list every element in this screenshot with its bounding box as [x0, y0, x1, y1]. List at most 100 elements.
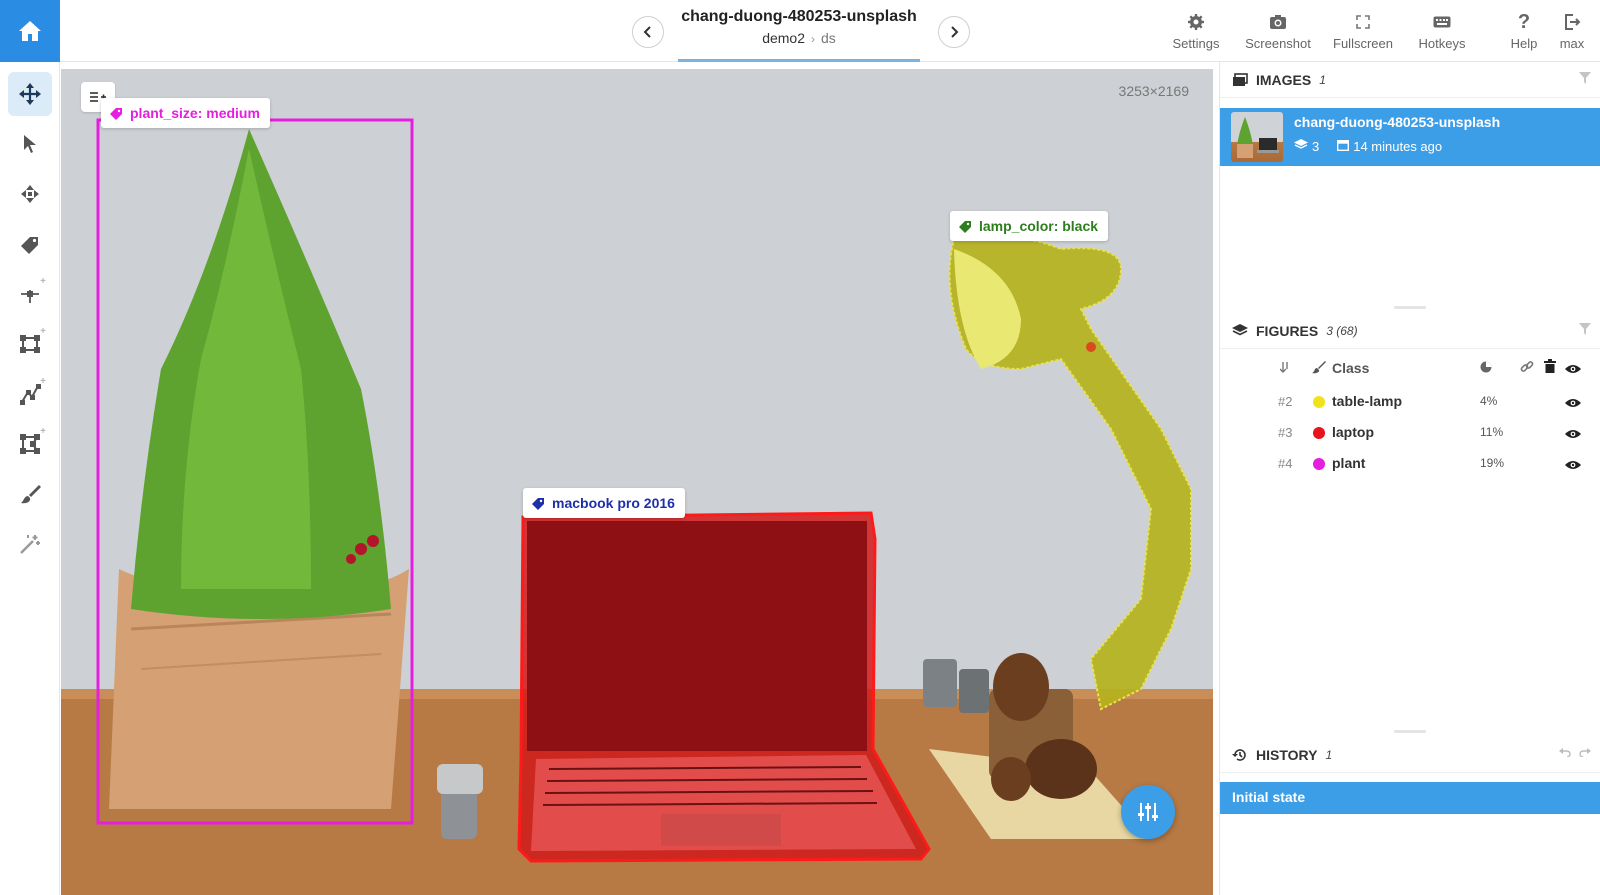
previous-image-button[interactable]: [632, 16, 664, 48]
laptop-tag-label[interactable]: macbook pro 2016: [523, 488, 685, 518]
help-label: Help: [1510, 36, 1538, 51]
magic-wand-icon: [20, 535, 40, 554]
screenshot-button[interactable]: Screenshot: [1238, 10, 1318, 51]
history-item-selected[interactable]: Initial state: [1220, 782, 1600, 814]
chevron-left-icon: [643, 26, 651, 38]
class-color-dot: [1313, 396, 1325, 408]
eye-icon[interactable]: [1565, 426, 1581, 442]
user-name: max: [1559, 36, 1585, 51]
images-section-header: IMAGES 1: [1220, 62, 1600, 98]
image-thumbnail: [1231, 112, 1283, 162]
sort-icon[interactable]: [1279, 360, 1290, 376]
pan-tool-button[interactable]: [8, 72, 52, 116]
image-adjust-button[interactable]: [1121, 785, 1175, 839]
settings-button[interactable]: Settings: [1166, 10, 1226, 51]
undo-icon[interactable]: [1559, 747, 1571, 757]
history-count: 1: [1325, 747, 1333, 762]
calendar-icon: [1337, 139, 1350, 154]
figure-index: #3: [1278, 425, 1293, 440]
eye-icon[interactable]: [1565, 361, 1581, 377]
camera-icon: [1270, 15, 1286, 29]
plus-icon: +: [40, 426, 46, 437]
redo-icon[interactable]: [1579, 747, 1591, 757]
figure-row[interactable]: #3 laptop 11%: [1220, 418, 1600, 449]
tag-icon: [21, 237, 38, 254]
fullscreen-icon: [1356, 15, 1370, 29]
breadcrumb-separator-icon: ›: [811, 32, 815, 46]
figure-class: table-lamp: [1332, 393, 1403, 409]
figure-index: #2: [1278, 394, 1293, 409]
brush-icon: [1312, 360, 1326, 377]
lamp-tag-label[interactable]: lamp_color: black: [950, 211, 1109, 241]
breadcrumb: demo2 › ds: [678, 30, 920, 46]
annotated-image[interactable]: [61, 69, 1213, 895]
layers-icon: [1294, 139, 1308, 154]
trash-icon[interactable]: [1544, 359, 1556, 376]
figure-row[interactable]: #2 table-lamp 4%: [1220, 387, 1600, 418]
tag-icon: [532, 498, 544, 510]
keyboard-icon: [1433, 16, 1451, 28]
logout-icon: [1565, 14, 1581, 30]
image-title-block: chang-duong-480253-unsplash demo2 › ds: [678, 8, 920, 46]
images-count: 1: [1319, 72, 1326, 87]
user-logout-button[interactable]: max: [1552, 10, 1592, 51]
image-meta: 3 14 minutes ago: [1294, 139, 1446, 154]
polygon-tool-button[interactable]: +: [8, 422, 52, 466]
breadcrumb-project[interactable]: demo2: [762, 30, 805, 46]
images-icon: [1233, 72, 1248, 86]
filter-icon[interactable]: [1579, 72, 1591, 87]
smart-tool-button[interactable]: [8, 522, 52, 566]
figures-section-header: FIGURES 3 (68): [1220, 313, 1600, 349]
image-canvas[interactable]: 3253×2169 plant_size: medium lamp_color:…: [61, 69, 1213, 895]
link-icon[interactable]: [1520, 360, 1534, 377]
figures-count: 3 (68): [1326, 323, 1358, 338]
plus-icon: +: [40, 376, 46, 387]
image-dimensions: 3253×2169: [1118, 83, 1189, 99]
title-underline: [678, 59, 920, 62]
images-resize-handle[interactable]: [1394, 306, 1426, 309]
images-title: IMAGES: [1256, 71, 1312, 88]
eye-icon[interactable]: [1565, 395, 1581, 411]
right-panel: IMAGES 1 chang-duong-480253-unsplash 3 1…: [1219, 62, 1600, 895]
help-button[interactable]: ? Help: [1504, 10, 1544, 52]
tag-tool-button[interactable]: [8, 222, 52, 266]
eye-icon[interactable]: [1565, 457, 1581, 473]
sliders-icon: [1138, 803, 1158, 821]
plant-tag-label[interactable]: plant_size: medium: [101, 98, 270, 128]
class-column-header[interactable]: Class: [1332, 360, 1369, 376]
image-updated: 14 minutes ago: [1353, 139, 1443, 154]
filter-icon[interactable]: [1579, 323, 1591, 338]
brush-icon: [21, 485, 41, 504]
history-title: HISTORY: [1256, 746, 1318, 763]
history-section-header: HISTORY 1: [1220, 737, 1600, 773]
rectangle-tool-button[interactable]: +: [8, 322, 52, 366]
fullscreen-label: Fullscreen: [1333, 36, 1393, 51]
class-color-dot: [1313, 458, 1325, 470]
hotkeys-label: Hotkeys: [1418, 36, 1466, 51]
plus-icon: +: [40, 326, 46, 337]
figure-row[interactable]: #4 plant 19%: [1220, 449, 1600, 480]
breadcrumb-dataset[interactable]: ds: [821, 30, 836, 46]
settings-label: Settings: [1172, 36, 1220, 51]
undo-redo-controls: [1559, 747, 1591, 757]
history-icon: [1232, 748, 1246, 761]
polyline-tool-button[interactable]: +: [8, 372, 52, 416]
figure-area: 4%: [1480, 394, 1498, 408]
next-image-button[interactable]: [938, 16, 970, 48]
brush-tool-button[interactable]: [8, 472, 52, 516]
figures-resize-handle[interactable]: [1394, 730, 1426, 733]
drag-tool-button[interactable]: [8, 172, 52, 216]
select-tool-button[interactable]: [8, 122, 52, 166]
figure-index: #4: [1278, 456, 1293, 471]
figure-area: 19%: [1480, 456, 1505, 470]
point-tool-button[interactable]: +: [8, 272, 52, 316]
question-icon: ?: [1517, 10, 1531, 33]
tag-icon: [110, 108, 122, 120]
gear-icon: [1188, 14, 1204, 30]
fullscreen-button[interactable]: Fullscreen: [1328, 10, 1398, 51]
screenshot-label: Screenshot: [1245, 36, 1311, 51]
area-icon[interactable]: [1480, 360, 1492, 376]
image-list-item-selected[interactable]: chang-duong-480253-unsplash 3 14 minutes…: [1220, 108, 1600, 166]
home-button[interactable]: [0, 0, 60, 62]
hotkeys-button[interactable]: Hotkeys: [1410, 10, 1474, 51]
